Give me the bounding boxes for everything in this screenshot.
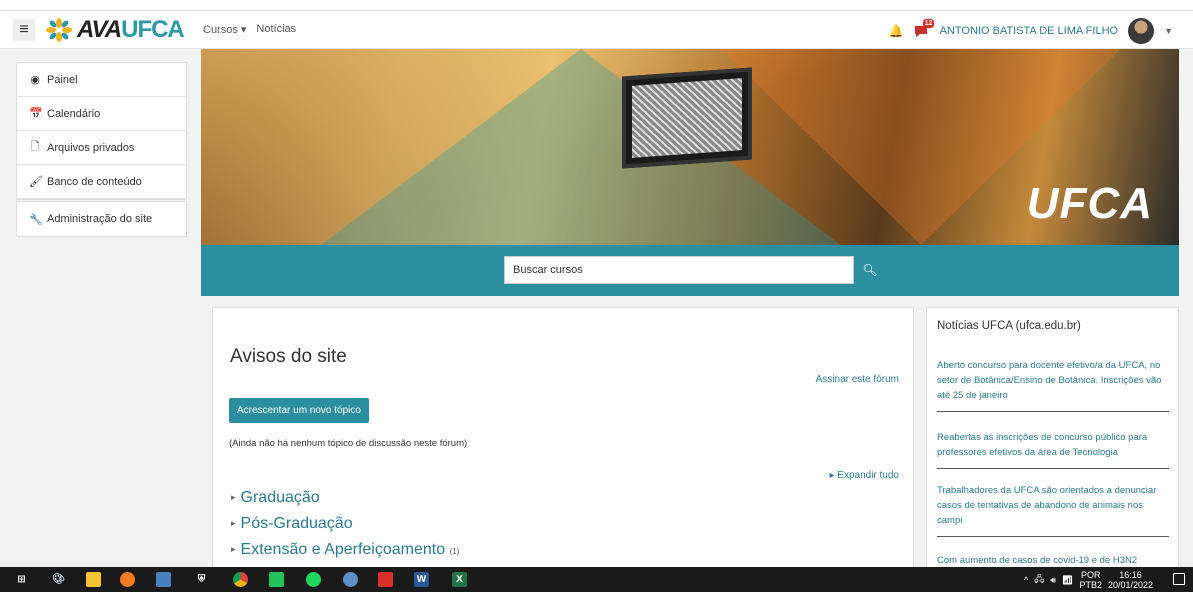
category-label: Pós-Graduação [240, 515, 353, 532]
search-input[interactable]: Buscar cursos [504, 256, 854, 284]
paint-icon[interactable]: 🎨︎ [51, 572, 66, 587]
lang-indicator[interactable]: POR PTB2 [1079, 570, 1102, 590]
flower-logo-icon [46, 18, 72, 42]
category-label: Graduação [240, 489, 320, 506]
chevron-down-icon[interactable]: ▼ [1164, 26, 1173, 36]
wifi-icon[interactable]: 📶︎ [1062, 575, 1073, 586]
sidebar-item-label: Arquivos privados [47, 141, 135, 154]
chevron-up-icon[interactable]: ^ [1024, 575, 1028, 585]
add-topic-button[interactable]: Acrescentar um novo tópico [229, 398, 369, 423]
category-count: (1) [449, 547, 460, 556]
caret-right-icon: ▸ [231, 492, 236, 502]
notes-icon[interactable] [156, 572, 171, 587]
user-area: 🔔 12 ANTONIO BATISTA DE LIMA FILHO ▼ [889, 18, 1173, 44]
sidebar-item-banco[interactable]: 🖌 Banco de conteúdo [17, 165, 186, 199]
volume-icon[interactable]: 🔊︎ [1050, 575, 1056, 586]
news-block: Notícias UFCA (ufca.edu.br) Aberto concu… [926, 307, 1179, 567]
sidebar-item-arquivos[interactable]: 🗋 Arquivos privados [17, 131, 186, 165]
expand-all-label: Expandir tudo [837, 470, 899, 481]
empty-forum-text: (Ainda não há nenhum tópico de discussão… [229, 438, 468, 449]
page-title: Avisos do site [230, 346, 347, 367]
excel-icon[interactable]: X [452, 572, 467, 587]
spotify-icon[interactable] [306, 572, 321, 587]
monitor-image [622, 67, 752, 169]
sidebar-item-label: Administração do site [47, 213, 153, 225]
news-item[interactable]: Trabalhadores da UFCA são orientados a d… [937, 483, 1169, 537]
message-icon[interactable]: 12 [914, 19, 935, 38]
caret-right-icon: ▸ [231, 544, 236, 554]
sidebar-item-label: Calendário [47, 107, 101, 120]
news-item[interactable]: Aberto concurso para docente efetivo/a d… [937, 358, 1169, 412]
banner-logo: UFCA [1026, 179, 1153, 228]
notification-center-icon[interactable] [1173, 573, 1185, 585]
sidebar: ◉ Painel 📅 Calendário 🗋 Arquivos privado… [16, 62, 187, 237]
chrome-icon[interactable] [233, 572, 248, 587]
user-name[interactable]: ANTONIO BATISTA DE LIMA FILHO [940, 25, 1118, 37]
sidebar-item-label: Painel [47, 73, 78, 86]
navbar: ≡ AVA UFCA Cursos ▾ Notícias 🔔 12 ANTONI… [0, 11, 1193, 49]
network-icon[interactable]: 🖧 [1034, 572, 1044, 588]
system-tray: ^ 🖧 🔊︎ 📶︎ POR PTB2 16:16 20/01/2022 [1024, 570, 1153, 590]
news-item[interactable]: Reabertas as inscrições de concurso públ… [937, 430, 1169, 469]
subscribe-link[interactable]: Assinar este fórum [816, 374, 899, 385]
sidebar-item-calendario[interactable]: 📅 Calendário [17, 97, 186, 131]
calendar-icon: 📅 [29, 108, 43, 120]
sidebar-item-label: Banco de conteúdo [47, 175, 142, 188]
windows-taskbar: ⊞ 🎨︎ ⛨ W X ^ 🖧 🔊︎ 📶︎ POR PTB2 16:16 20/0… [0, 567, 1193, 592]
caret-right-icon: ▸ [231, 518, 236, 528]
category-item[interactable]: ▸ Graduação [231, 489, 320, 507]
file-icon: 🗋 [30, 141, 40, 153]
forum-panel: Avisos do site Assinar este fórum Acresc… [212, 307, 914, 567]
message-count-badge: 12 [922, 19, 935, 28]
category-item[interactable]: ▸ Extensão e Aperfeiçoamento (1) [231, 541, 459, 559]
nav-courses-menu[interactable]: Cursos ▾ [203, 23, 246, 36]
windows-start-icon[interactable]: ⊞ [14, 572, 29, 587]
hero-banner: UFCA [201, 49, 1179, 245]
brush-icon: 🖌 [29, 176, 43, 188]
nav-news-link[interactable]: Notícias [256, 23, 296, 36]
hamburger-icon[interactable]: ≡ [13, 19, 35, 41]
site-logo[interactable]: AVA UFCA [45, 16, 185, 43]
wrench-icon: 🔧 [29, 213, 43, 226]
news-item[interactable]: Com aumento de casos de covid-19 e de H3… [937, 553, 1169, 567]
nav-links: Cursos ▾ Notícias [203, 23, 296, 36]
category-label: Extensão e Aperfeiçoamento [240, 541, 446, 558]
acrobat-icon[interactable] [378, 572, 393, 587]
browser-top-strip [0, 0, 1193, 11]
firefox-icon[interactable] [120, 572, 135, 587]
logo-ava-text: AVA [77, 16, 122, 43]
category-item[interactable]: ▸ Pós-Graduação [231, 515, 353, 533]
sidebar-item-painel[interactable]: ◉ Painel [17, 63, 186, 97]
chrome-profile-icon[interactable] [343, 572, 358, 587]
word-icon[interactable]: W [414, 572, 429, 587]
app-green-icon[interactable] [269, 572, 284, 587]
clock[interactable]: 16:16 20/01/2022 [1108, 570, 1153, 590]
bell-icon[interactable]: 🔔 [889, 24, 904, 38]
expand-all-link[interactable]: ▸ Expandir tudo [829, 470, 899, 481]
sidebar-item-admin[interactable]: 🔧 Administração do site [17, 202, 186, 236]
news-title: Notícias UFCA (ufca.edu.br) [937, 320, 1081, 332]
avatar[interactable] [1128, 18, 1155, 44]
shield-icon[interactable]: ⛨ [194, 572, 209, 587]
file-explorer-icon[interactable] [86, 572, 101, 587]
dashboard-icon: ◉ [30, 74, 40, 86]
logo-ufca-text: UFCA [121, 16, 185, 43]
search-icon[interactable]: 🔍︎ [856, 256, 884, 284]
